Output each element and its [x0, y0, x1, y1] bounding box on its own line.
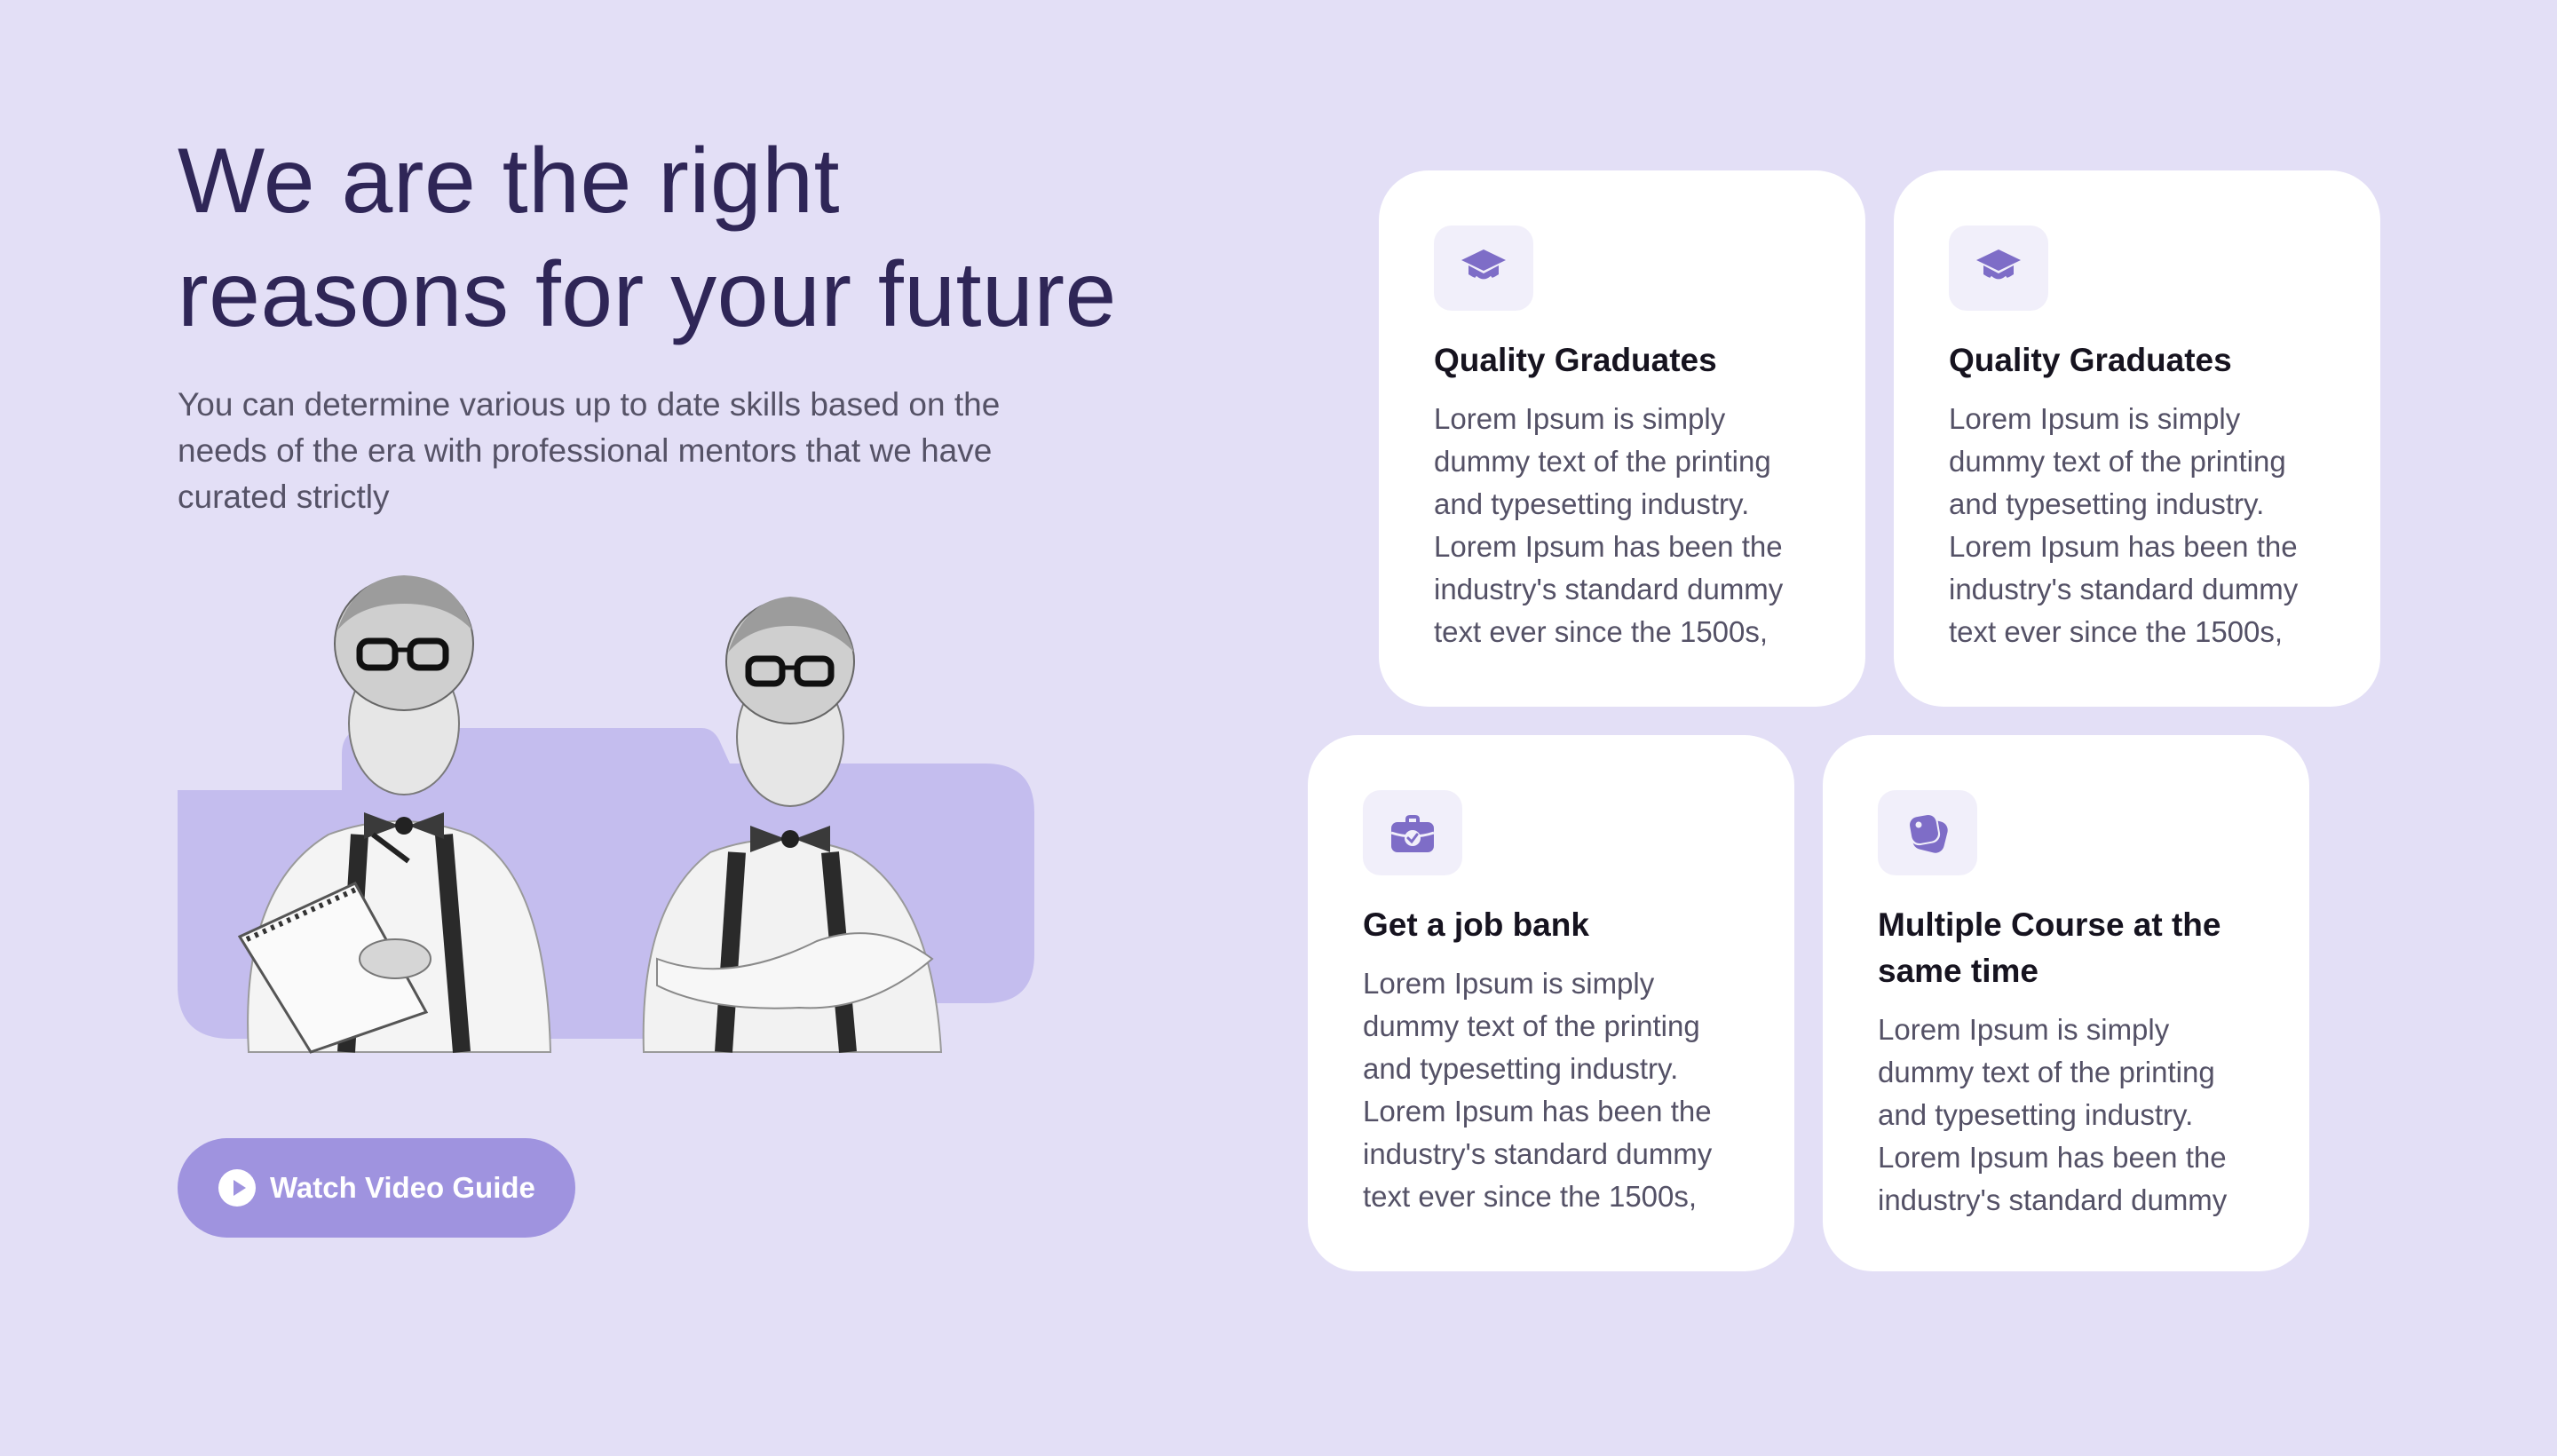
card-line: Lorem Ipsum has been the — [1434, 530, 1783, 563]
watch-video-guide-button[interactable]: Watch Video Guide — [178, 1138, 575, 1238]
card-line: industry's standard dummy — [1363, 1137, 1713, 1170]
card-line: text ever since the 1500s, — [1434, 615, 1769, 648]
card-title: Multiple Course at the same time — [1878, 902, 2254, 994]
hero-subtitle-line: You can determine various up to date ski… — [178, 386, 1001, 423]
card-line: dummy text of the printing — [1878, 1056, 2215, 1088]
hero-title-line: We are the right — [178, 130, 841, 233]
card-line: Lorem Ipsum has been the — [1878, 1141, 2227, 1174]
card-description: Lorem Ipsum is simply dummy text of the … — [1363, 962, 1739, 1218]
card-line: and typesetting industry. — [1949, 487, 2265, 520]
layers-icon — [1907, 812, 1948, 853]
hero-subtitle: You can determine various up to date ski… — [178, 382, 1083, 520]
card-line: industry's standard dummy — [1434, 573, 1784, 605]
hero-title: We are the right reasons for your future — [178, 124, 1172, 352]
card-title: Quality Graduates — [1949, 337, 2325, 384]
card-line: Lorem Ipsum is simply — [1363, 967, 1655, 1000]
card-line: and typesetting industry. — [1878, 1098, 2194, 1131]
card-description: Lorem Ipsum is simply dummy text of the … — [1949, 398, 2325, 653]
card-line: text ever since the 1500s, — [1949, 615, 2284, 648]
play-icon — [218, 1169, 256, 1207]
feature-card-quality-graduates: Quality Graduates Lorem Ipsum is simply … — [1379, 170, 1865, 707]
card-line: industry's standard dummy — [1949, 573, 2299, 605]
card-title: Get a job bank — [1363, 902, 1739, 948]
card-line: text ever since the 1500s, — [1363, 1180, 1698, 1213]
card-description: Lorem Ipsum is simply dummy text of the … — [1878, 1009, 2254, 1222]
card-line: Lorem Ipsum is simply — [1434, 402, 1726, 435]
card-icon-tile — [1363, 790, 1462, 875]
card-line: Lorem Ipsum has been the — [1949, 530, 2298, 563]
graduation-cap-icon — [1976, 249, 2021, 282]
hero-subtitle-line: needs of the era with professional mento… — [178, 432, 993, 469]
card-title-line: Quality Graduates — [1434, 342, 1717, 378]
card-line: Lorem Ipsum is simply — [1949, 402, 2241, 435]
feature-card-quality-graduates: Quality Graduates Lorem Ipsum is simply … — [1894, 170, 2380, 707]
feature-card-job-bank: Get a job bank Lorem Ipsum is simply dum… — [1308, 735, 1794, 1271]
card-line: and typesetting industry. — [1363, 1052, 1679, 1085]
mentors-illustration — [178, 568, 1034, 1056]
card-title-line: Multiple Course at the — [1878, 906, 2221, 943]
briefcase-icon — [1390, 815, 1435, 852]
feature-card-multiple-course: Multiple Course at the same time Lorem I… — [1823, 735, 2309, 1271]
watch-video-guide-label: Watch Video Guide — [270, 1171, 535, 1204]
card-line: dummy text of the printing — [1363, 1009, 1700, 1042]
card-title-line: Quality Graduates — [1949, 342, 2232, 378]
card-line: industry's standard dummy — [1878, 1183, 2228, 1216]
card-description: Lorem Ipsum is simply dummy text of the … — [1434, 398, 1810, 653]
hero-title-line: reasons for your future — [178, 243, 1117, 346]
card-icon-tile — [1949, 226, 2048, 311]
card-title-line: same time — [1878, 953, 2038, 989]
hero-subtitle-line: curated strictly — [178, 479, 390, 515]
card-title-line: Get a job bank — [1363, 906, 1589, 943]
card-icon-tile — [1434, 226, 1533, 311]
card-icon-tile — [1878, 790, 1977, 875]
card-line: Lorem Ipsum has been the — [1363, 1095, 1712, 1128]
card-line: Lorem Ipsum is simply — [1878, 1013, 2170, 1046]
card-title: Quality Graduates — [1434, 337, 1810, 384]
graduation-cap-icon — [1461, 249, 1506, 282]
card-line: and typesetting industry. — [1434, 487, 1750, 520]
card-line: dummy text of the printing — [1434, 445, 1771, 478]
card-line: dummy text of the printing — [1949, 445, 2286, 478]
